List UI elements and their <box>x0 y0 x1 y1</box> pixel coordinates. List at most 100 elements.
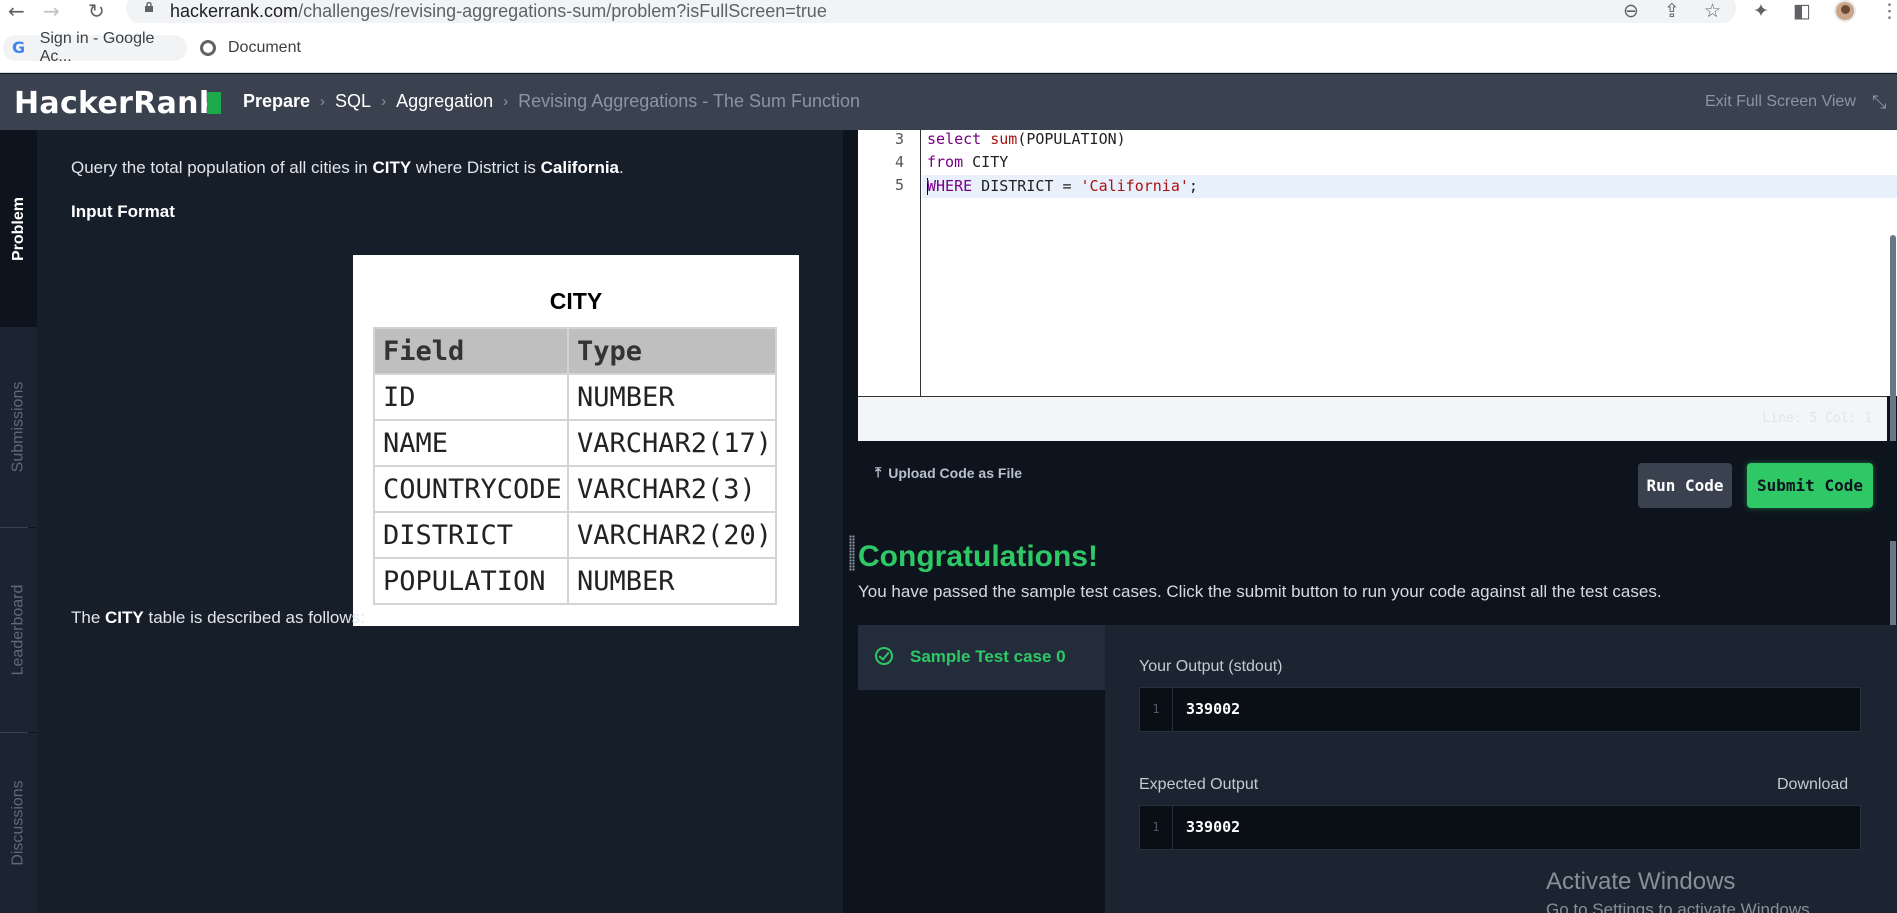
tab-leaderboard[interactable]: Leaderboard <box>0 528 37 732</box>
line-number-gutter: 3 4 5 <box>858 130 921 396</box>
city-table-image: CITY Field Type ID NUMBER NAME VARCHAR2(17… <box>353 255 799 626</box>
tab-label: Problem <box>9 196 27 261</box>
upload-code-button[interactable]: ⤒ Upload Code as File <box>875 465 1022 481</box>
tab-submissions[interactable]: Submissions <box>0 327 37 527</box>
city-schema-table: Field Type ID NUMBER NAME VARCHAR2(17) COU… <box>373 327 777 605</box>
your-output-label: Your Output (stdout) <box>1139 658 1283 675</box>
table-cell: VARCHAR2(3) <box>567 465 777 513</box>
congratulations-heading: Congratulations! <box>858 540 1098 573</box>
table-description: The CITY table is described as follows: <box>71 608 365 627</box>
bookmark-label: Document <box>228 39 301 56</box>
run-code-button[interactable]: Run Code <box>1638 463 1732 508</box>
table-row: POPULATION NUMBER <box>373 557 777 605</box>
submit-code-button[interactable]: Submit Code <box>1747 463 1873 508</box>
menu-kebab-icon[interactable]: ⋮ <box>1880 0 1897 22</box>
expected-output-value: 339002 <box>1186 818 1241 836</box>
problem-sidebar: Problem Submissions Leaderboard Discussi… <box>0 130 37 913</box>
url-text: hackerrank.com/challenges/revising-aggre… <box>170 1 827 21</box>
code-line[interactable]: from CITY <box>927 153 1008 171</box>
check-circle-icon <box>875 647 893 665</box>
expected-output-box: 1 339002 <box>1139 805 1861 850</box>
table-cell: NUMBER <box>567 373 777 421</box>
code-editor[interactable]: 3 4 5 select sum(POPULATION) from CITY W… <box>858 130 1897 396</box>
tab-problem[interactable]: Problem <box>0 130 37 327</box>
table-row: COUNTRYCODE VARCHAR2(3) <box>373 465 777 513</box>
reload-icon[interactable]: ↻ <box>88 0 105 22</box>
passed-message: You have passed the sample test cases. C… <box>858 582 1662 601</box>
table-header-row: Field Type <box>373 327 777 375</box>
chevron-right-icon: › <box>503 93 509 110</box>
bookmarks-bar: G Sign in - Google Ac... Document <box>0 23 1897 73</box>
share-icon[interactable]: ⇪ <box>1664 0 1680 22</box>
editor-status-bar: Line: 5 Col: 1 <box>858 396 1887 441</box>
table-cell: DISTRICT <box>373 511 569 559</box>
breadcrumb: Prepare › SQL › Aggregation › Revising A… <box>243 91 860 112</box>
forward-arrow-icon[interactable]: → <box>43 0 60 22</box>
chevron-right-icon: › <box>381 93 387 110</box>
exit-fullscreen-link[interactable]: Exit Full Screen View <box>1705 93 1856 111</box>
zoom-icon[interactable]: ⊖ <box>1623 0 1639 22</box>
tab-discussions[interactable]: Discussions <box>0 733 37 913</box>
cursor-position: Line: 5 Col: 1 <box>1762 411 1872 426</box>
download-link[interactable]: Download <box>1777 776 1848 794</box>
table-row: NAME VARCHAR2(17) <box>373 419 777 467</box>
table-cell: VARCHAR2(20) <box>567 511 777 559</box>
input-format-heading: Input Format <box>71 202 175 221</box>
globe-icon <box>200 40 216 56</box>
code-line-current[interactable]: WHERE DISTRICT = 'California'; <box>922 175 1897 198</box>
breadcrumb-current: Revising Aggregations - The Sum Function <box>518 91 861 111</box>
output-line-number: 1 <box>1140 806 1173 849</box>
hackerrank-header: HackerRank Prepare › SQL › Aggregation ›… <box>0 74 1897 130</box>
expected-output-label: Expected Output <box>1139 776 1259 793</box>
activate-windows-title: Activate Windows <box>1546 868 1736 895</box>
tab-label: Submissions <box>9 381 27 473</box>
line-number: 5 <box>894 176 904 194</box>
city-table-title: CITY <box>549 288 603 314</box>
table-cell: COUNTRYCODE <box>373 465 569 513</box>
resize-handle[interactable] <box>849 535 855 571</box>
action-bar: ⤒ Upload Code as File Run Code Submit Co… <box>858 441 1897 541</box>
lock-icon <box>145 2 153 12</box>
testcase-label: Sample Test case 0 <box>910 647 1066 666</box>
tab-label: Discussions <box>9 780 27 866</box>
extensions-icon[interactable]: ✦ <box>1753 0 1769 22</box>
table-row: ID NUMBER <box>373 373 777 421</box>
google-g-icon: G <box>12 38 26 57</box>
output-line-number: 1 <box>1140 688 1173 731</box>
bookmark-document[interactable]: Document <box>200 35 320 61</box>
table-cell: ID <box>373 373 569 421</box>
breadcrumb-sql[interactable]: SQL <box>335 91 371 112</box>
breadcrumb-aggregation[interactable]: Aggregation <box>396 91 493 112</box>
address-bar[interactable]: hackerrank.com/challenges/revising-aggre… <box>126 0 1736 24</box>
table-cell: NAME <box>373 419 569 467</box>
testcase-list <box>858 690 1105 913</box>
line-number: 4 <box>894 153 904 171</box>
column-header: Field <box>373 327 569 375</box>
pane-divider[interactable] <box>843 130 858 913</box>
chevron-right-icon: › <box>320 93 326 110</box>
upload-icon: ⤒ <box>875 465 882 481</box>
your-output-value: 339002 <box>1186 700 1241 718</box>
collapse-icon[interactable]: ⤡ <box>1872 92 1886 113</box>
column-header: Type <box>567 327 777 375</box>
table-cell: NUMBER <box>567 557 777 605</box>
bookmark-label: Sign in - Google Ac... <box>39 30 155 65</box>
problem-pane: Query the total population of all cities… <box>37 130 843 913</box>
back-arrow-icon[interactable]: ← <box>8 0 25 22</box>
side-panel-icon[interactable]: ◧ <box>1793 0 1811 22</box>
upload-label: Upload Code as File <box>888 465 1023 481</box>
your-output-box: 1 339002 <box>1139 687 1861 732</box>
code-line[interactable]: select sum(POPULATION) <box>927 130 1126 148</box>
problem-statement: Query the total population of all cities… <box>71 158 624 177</box>
testcase-tab[interactable]: Sample Test case 0 <box>858 625 1105 690</box>
bookmark-google-signin[interactable]: G Sign in - Google Ac... <box>3 30 187 65</box>
table-cell: POPULATION <box>373 557 569 605</box>
hackerrank-logo[interactable]: HackerRank <box>14 86 219 121</box>
star-icon[interactable]: ☆ <box>1704 0 1721 22</box>
test-results-panel: Sample Test case 0 Your Output (stdout) … <box>858 625 1897 913</box>
profile-avatar[interactable] <box>1834 0 1856 22</box>
tab-label: Leaderboard <box>9 584 27 676</box>
breadcrumb-prepare[interactable]: Prepare <box>243 91 310 112</box>
table-row: DISTRICT VARCHAR2(20) <box>373 511 777 559</box>
line-number: 3 <box>894 130 904 148</box>
